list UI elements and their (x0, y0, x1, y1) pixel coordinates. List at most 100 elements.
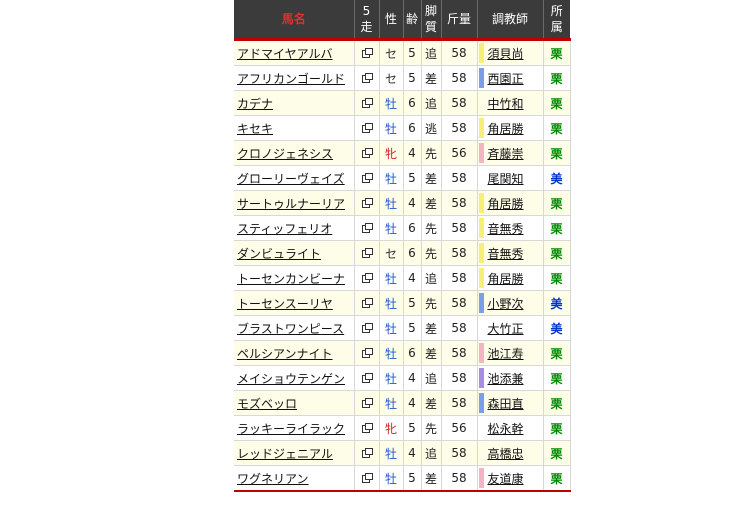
horse-name-link[interactable]: ペルシアンナイト (237, 347, 333, 361)
horse-name-cell: ブラストワンピース (234, 315, 355, 341)
new-window-icon[interactable] (361, 248, 373, 258)
sex-cell: 牡 (379, 290, 404, 316)
trainer-link[interactable]: 音無秀 (488, 247, 524, 261)
five-race-cell (354, 265, 380, 291)
table-row: ブラストワンピース 牡 5 差 58 大竹正 美 (234, 315, 571, 341)
horse-name-link[interactable]: カデナ (237, 97, 273, 111)
horse-name-link[interactable]: アフリカンゴールド (237, 72, 345, 86)
trainer-link[interactable]: 角居勝 (488, 272, 524, 286)
header-five-text: 5走 (360, 4, 373, 34)
horse-name-cell: レッドジェニアル (234, 440, 355, 466)
new-window-icon[interactable] (361, 423, 373, 433)
trainer-link[interactable]: 西園正 (488, 72, 524, 86)
horse-name-link[interactable]: サートゥルナーリア (237, 197, 345, 211)
new-window-icon[interactable] (361, 48, 373, 58)
trainer-link[interactable]: 斉藤崇 (488, 147, 524, 161)
header-row: 馬名 5走 性 齢 脚質 斤量 調教師 所属 (234, 0, 570, 40)
trainer-cell: 中竹和 (477, 90, 544, 116)
horse-name-link[interactable]: グローリーヴェイズ (237, 172, 345, 186)
entry-table-container: 馬名 5走 性 齢 脚質 斤量 調教師 所属 アドマイヤアルバセ 5 追 58 須貝尚栗… (234, 0, 571, 492)
horse-name-link[interactable]: ラッキーライラック (237, 422, 345, 436)
running-style-cell: 先 (421, 140, 442, 166)
age-cell: 5 (403, 465, 422, 492)
horse-name-link[interactable]: アドマイヤアルバ (237, 47, 333, 61)
trainer-link[interactable]: 尾関知 (488, 172, 524, 186)
table-row: サートゥルナーリア 牡 4 差 58 角居勝 栗 (234, 190, 571, 216)
new-window-icon[interactable] (361, 298, 373, 308)
table-row: ダンビュライト セ 6 先 58 音無秀 栗 (234, 240, 571, 266)
trainer-cell: 角居勝 (477, 265, 544, 291)
trainer-link[interactable]: 中竹和 (488, 97, 524, 111)
horse-name-cell: ダンビュライト (234, 240, 355, 266)
new-window-icon[interactable] (361, 323, 373, 333)
trainer-link[interactable]: 大竹正 (488, 322, 524, 336)
new-window-icon[interactable] (361, 148, 373, 158)
sex-cell: 牡 (379, 465, 404, 492)
new-window-icon[interactable] (361, 73, 373, 83)
new-window-icon[interactable] (361, 98, 373, 108)
trainer-link[interactable]: 角居勝 (488, 122, 524, 136)
new-window-icon[interactable] (361, 223, 373, 233)
five-race-cell (354, 39, 380, 66)
horse-name-link[interactable]: ワグネリアン (237, 472, 309, 486)
trainer-cell: 大竹正 (477, 315, 544, 341)
weight-cell: 58 (441, 165, 478, 191)
new-window-icon[interactable] (361, 473, 373, 483)
horse-name-cell: サートゥルナーリア (234, 190, 355, 216)
horse-name-link[interactable]: トーセンカンビーナ (237, 272, 345, 286)
horse-name-link[interactable]: トーセンスーリヤ (237, 297, 333, 311)
horse-name-link[interactable]: スティッフェリオ (237, 222, 332, 236)
horse-name-link[interactable]: メイショウテンゲン (237, 372, 345, 386)
new-window-icon[interactable] (361, 173, 373, 183)
table-row: トーセンカンビーナ 牡 4 追 58 角居勝 栗 (234, 265, 571, 291)
trainer-link[interactable]: 須貝尚 (488, 47, 524, 61)
new-window-icon[interactable] (361, 198, 373, 208)
horse-name-link[interactable]: キセキ (237, 122, 273, 136)
trainer-link[interactable]: 松永幹 (488, 422, 524, 436)
new-window-icon[interactable] (361, 398, 373, 408)
trainer-link[interactable]: 友道康 (488, 472, 524, 486)
trainer-link[interactable]: 森田直 (488, 397, 524, 411)
trainer-link[interactable]: 高橋忠 (488, 447, 524, 461)
trainer-color-marker (478, 118, 484, 138)
stable-cell: 栗 (543, 390, 571, 416)
horse-name-link[interactable]: ダンビュライト (237, 247, 321, 261)
weight-cell: 58 (441, 440, 478, 466)
horse-name-cell: トーセンスーリヤ (234, 290, 355, 316)
trainer-color-marker (478, 268, 484, 288)
trainer-cell: 音無秀 (477, 215, 544, 241)
trainer-cell: 角居勝 (477, 115, 544, 141)
table-row: ペルシアンナイト 牡 6 差 58 池江寿 栗 (234, 340, 571, 366)
trainer-link[interactable]: 音無秀 (488, 222, 524, 236)
trainer-link[interactable]: 角居勝 (488, 197, 524, 211)
horse-name-link[interactable]: ブラストワンピース (237, 322, 344, 336)
age-cell: 4 (403, 190, 422, 216)
new-window-icon[interactable] (361, 123, 373, 133)
five-race-cell (354, 65, 380, 91)
running-style-cell: 追 (421, 39, 442, 66)
trainer-color-marker (478, 143, 484, 163)
new-window-icon[interactable] (361, 448, 373, 458)
horse-name-link[interactable]: レッドジェニアル (237, 447, 333, 461)
five-race-cell (354, 140, 380, 166)
header-age: 齢 (403, 0, 422, 40)
table-row: クロノジェネシス 牝 4 先 56 斉藤崇 栗 (234, 140, 571, 166)
horse-name-link[interactable]: モズベッロ (237, 397, 297, 411)
trainer-color-marker (478, 68, 484, 88)
new-window-icon[interactable] (361, 373, 373, 383)
trainer-link[interactable]: 池江寿 (488, 347, 524, 361)
horse-name-link[interactable]: クロノジェネシス (237, 147, 333, 161)
horse-name-cell: スティッフェリオ (234, 215, 355, 241)
horse-name-cell: アフリカンゴールド (234, 65, 355, 91)
weight-cell: 58 (441, 365, 478, 391)
horse-name-cell: メイショウテンゲン (234, 365, 355, 391)
new-window-icon[interactable] (361, 273, 373, 283)
trainer-link[interactable]: 小野次 (488, 297, 524, 311)
trainer-link[interactable]: 池添兼 (488, 372, 524, 386)
stable-cell: 栗 (543, 140, 571, 166)
trainer-cell: 池添兼 (477, 365, 544, 391)
stable-cell: 栗 (543, 90, 571, 116)
header-weight: 斤量 (441, 0, 478, 40)
five-race-cell (354, 240, 380, 266)
new-window-icon[interactable] (361, 348, 373, 358)
